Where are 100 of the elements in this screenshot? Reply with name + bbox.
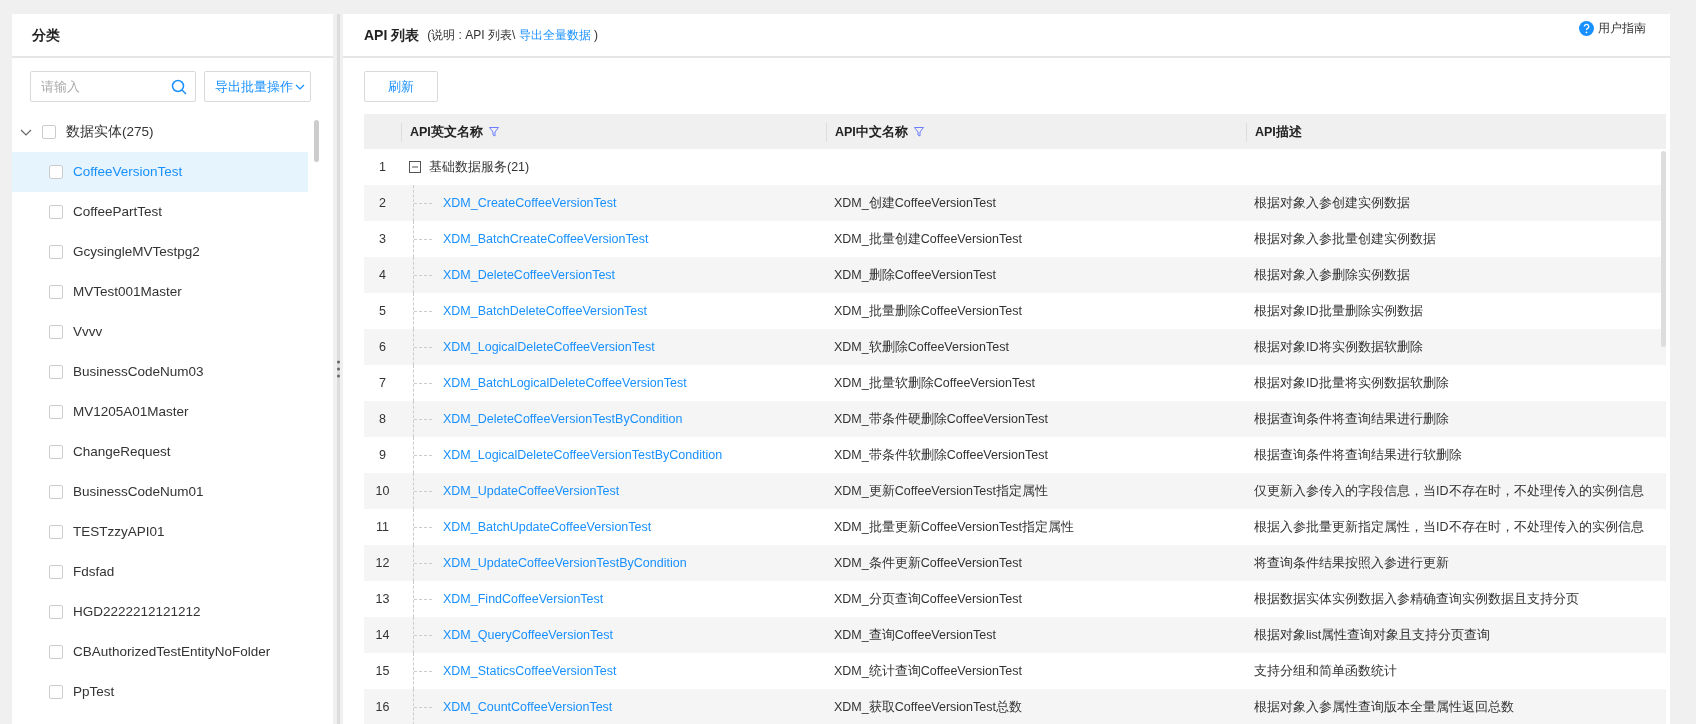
scrollbar[interactable] bbox=[1661, 151, 1666, 347]
filter-icon[interactable] bbox=[488, 127, 499, 138]
checkbox[interactable] bbox=[49, 165, 63, 179]
tree-label: CoffeeVersionTest bbox=[73, 162, 183, 181]
row-number: 13 bbox=[374, 590, 391, 608]
tree-label: MV1205A01Master bbox=[73, 402, 189, 421]
tree-item[interactable]: BusinessCodeNum01 bbox=[12, 472, 308, 512]
row-number: 7 bbox=[378, 374, 387, 392]
checkbox[interactable] bbox=[49, 285, 63, 299]
table-cell-text: XDM_带条件软删除CoffeeVersionTest bbox=[833, 446, 1049, 464]
row-number: 11 bbox=[375, 518, 390, 536]
row-number: 10 bbox=[374, 482, 391, 500]
tree-item[interactable]: GcysingleMVTestpg2 bbox=[12, 232, 308, 272]
checkbox[interactable] bbox=[49, 485, 63, 499]
checkbox[interactable] bbox=[49, 525, 63, 539]
api-name-link[interactable]: XDM_LogicalDeleteCoffeeVersionTestByCondition bbox=[443, 445, 723, 465]
table-cell-text: XDM_分页查询CoffeeVersionTest bbox=[833, 590, 1023, 608]
search-field[interactable]: 请输入 bbox=[30, 71, 196, 102]
api-name-link[interactable]: XDM_DeleteCoffeeVersionTest bbox=[443, 265, 616, 285]
checkbox[interactable] bbox=[49, 245, 63, 259]
api-name-link[interactable]: XDM_QueryCoffeeVersionTest bbox=[443, 625, 613, 645]
tree-item[interactable]: HGD2222212121212 bbox=[12, 592, 308, 632]
export-dropdown-button[interactable]: 导出批量操作 bbox=[204, 71, 311, 102]
api-name-link[interactable]: XDM_DeleteCoffeeVersionTestByCondition bbox=[443, 409, 683, 429]
filter-icon[interactable] bbox=[913, 127, 924, 138]
table-cell-text: 根据查询条件将查询结果进行软删除 bbox=[1253, 446, 1463, 464]
checkbox[interactable] bbox=[49, 605, 63, 619]
tree-item[interactable]: PpTest bbox=[12, 672, 308, 712]
group-label: 基础数据服务(21) bbox=[429, 158, 530, 176]
tree-item[interactable]: 数据实体(275) bbox=[12, 112, 308, 152]
checkbox[interactable] bbox=[42, 125, 56, 139]
table-cell-text: XDM_条件更新CoffeeVersionTest bbox=[833, 554, 1023, 572]
table-cell-text: XDM_带条件硬删除CoffeeVersionTest bbox=[833, 410, 1049, 428]
tree-item[interactable]: MVTest001Master bbox=[12, 272, 308, 312]
tree-item[interactable]: CBAuthorizedTestEntityNoFolder bbox=[12, 632, 308, 672]
tree-item[interactable]: CoffeeVersionTest bbox=[12, 152, 308, 192]
drag-handle-icon[interactable] bbox=[336, 359, 340, 379]
row-number: 2 bbox=[378, 194, 387, 212]
tree-item[interactable]: CoffeePartTest bbox=[12, 192, 308, 232]
api-name-link[interactable]: XDM_UpdateCoffeeVersionTest bbox=[443, 481, 620, 501]
collapse-icon[interactable] bbox=[409, 161, 421, 173]
caret-icon bbox=[295, 82, 305, 91]
checkbox[interactable] bbox=[49, 205, 63, 219]
checkbox[interactable] bbox=[49, 445, 63, 459]
table-cell-text: 将查询条件结果按照入参进行更新 bbox=[1253, 554, 1450, 572]
tree-label: CoffeePartTest bbox=[73, 202, 163, 221]
tree-label: TESTzzyAPI01 bbox=[73, 522, 165, 541]
row-number: 4 bbox=[378, 266, 387, 284]
tree-item[interactable]: TESTzzyAPI01 bbox=[12, 512, 308, 552]
api-name-link[interactable]: XDM_UpdateCoffeeVersionTestByCondition bbox=[443, 553, 687, 573]
api-name-link[interactable]: XDM_StaticsCoffeeVersionTest bbox=[443, 661, 617, 681]
table-cell-text: XDM_更新CoffeeVersionTest指定属性 bbox=[833, 482, 1049, 500]
row-number: 8 bbox=[378, 410, 387, 428]
table-cell-text: 仅更新入参传入的字段信息，当ID不存在时，不处理传入的实例信息 bbox=[1253, 482, 1645, 500]
tree-item[interactable]: BusinessCodeNum03 bbox=[12, 352, 308, 392]
table-cell-text: 根据对象入参创建实例数据 bbox=[1253, 194, 1411, 212]
table-cell-text: 根据对象ID批量将实例数据软删除 bbox=[1253, 374, 1450, 392]
table-cell-text: XDM_创建CoffeeVersionTest bbox=[833, 194, 997, 212]
api-name-link[interactable]: XDM_BatchLogicalDeleteCoffeeVersionTest bbox=[443, 373, 687, 393]
user-guide-link[interactable]: 用户指南 bbox=[1579, 19, 1646, 37]
table-cell-text: XDM_获取CoffeeVersionTest总数 bbox=[833, 698, 1023, 716]
table-cell-text: XDM_批量创建CoffeeVersionTest bbox=[833, 230, 1023, 248]
table-cell-text: 根据对象list属性查询对象且支持分页查询 bbox=[1253, 626, 1492, 644]
tree-item[interactable]: Fdsfad bbox=[12, 552, 308, 592]
table-cell-text: 根据对象入参删除实例数据 bbox=[1253, 266, 1411, 284]
help-icon bbox=[1579, 20, 1594, 36]
export-all-link[interactable]: 导出全量数据 bbox=[518, 28, 591, 42]
checkbox[interactable] bbox=[49, 365, 63, 379]
tree-item[interactable]: MV1205A01Master bbox=[12, 392, 308, 432]
api-name-link[interactable]: XDM_FindCoffeeVersionTest bbox=[443, 589, 604, 609]
table-cell-text: XDM_删除CoffeeVersionTest bbox=[833, 266, 997, 284]
api-name-link[interactable]: XDM_BatchUpdateCoffeeVersionTest bbox=[443, 517, 652, 537]
api-name-link[interactable]: XDM_BatchDeleteCoffeeVersionTest bbox=[443, 301, 648, 321]
table-cell-text: 根据查询条件将查询结果进行删除 bbox=[1253, 410, 1450, 428]
refresh-button[interactable]: 刷新 bbox=[364, 71, 438, 102]
tree-label: CBAuthorizedTestEntityNoFolder bbox=[73, 642, 271, 661]
checkbox[interactable] bbox=[49, 645, 63, 659]
tree-label: GcysingleMVTestpg2 bbox=[73, 242, 200, 261]
column-header: API描述 bbox=[1255, 124, 1302, 141]
checkbox[interactable] bbox=[49, 685, 63, 699]
row-number: 9 bbox=[378, 446, 387, 464]
row-number: 5 bbox=[378, 302, 387, 320]
api-name-link[interactable]: XDM_CountCoffeeVersionTest bbox=[443, 697, 613, 717]
checkbox[interactable] bbox=[49, 325, 63, 339]
api-name-link[interactable]: XDM_BatchCreateCoffeeVersionTest bbox=[443, 229, 649, 249]
api-name-link[interactable]: XDM_CreateCoffeeVersionTest bbox=[443, 193, 617, 213]
tree-item[interactable]: Vvvv bbox=[12, 312, 308, 352]
row-number: 6 bbox=[378, 338, 387, 356]
api-name-link[interactable]: XDM_LogicalDeleteCoffeeVersionTest bbox=[443, 337, 655, 357]
checkbox[interactable] bbox=[49, 405, 63, 419]
tree-item[interactable]: ChangeRequest bbox=[12, 432, 308, 472]
description-text: (说明 : API 列表\ 导出全量数据 ) bbox=[427, 27, 598, 44]
scrollbar[interactable] bbox=[314, 120, 319, 162]
table-cell-text: XDM_查询CoffeeVersionTest bbox=[833, 626, 997, 644]
column-header: API中文名称 bbox=[835, 124, 908, 141]
table-cell-text: XDM_统计查询CoffeeVersionTest bbox=[833, 662, 1023, 680]
row-number: 1 bbox=[378, 158, 387, 176]
tree-label: BusinessCodeNum03 bbox=[73, 362, 204, 381]
checkbox[interactable] bbox=[49, 565, 63, 579]
panel-title: API 列表 bbox=[364, 25, 420, 45]
